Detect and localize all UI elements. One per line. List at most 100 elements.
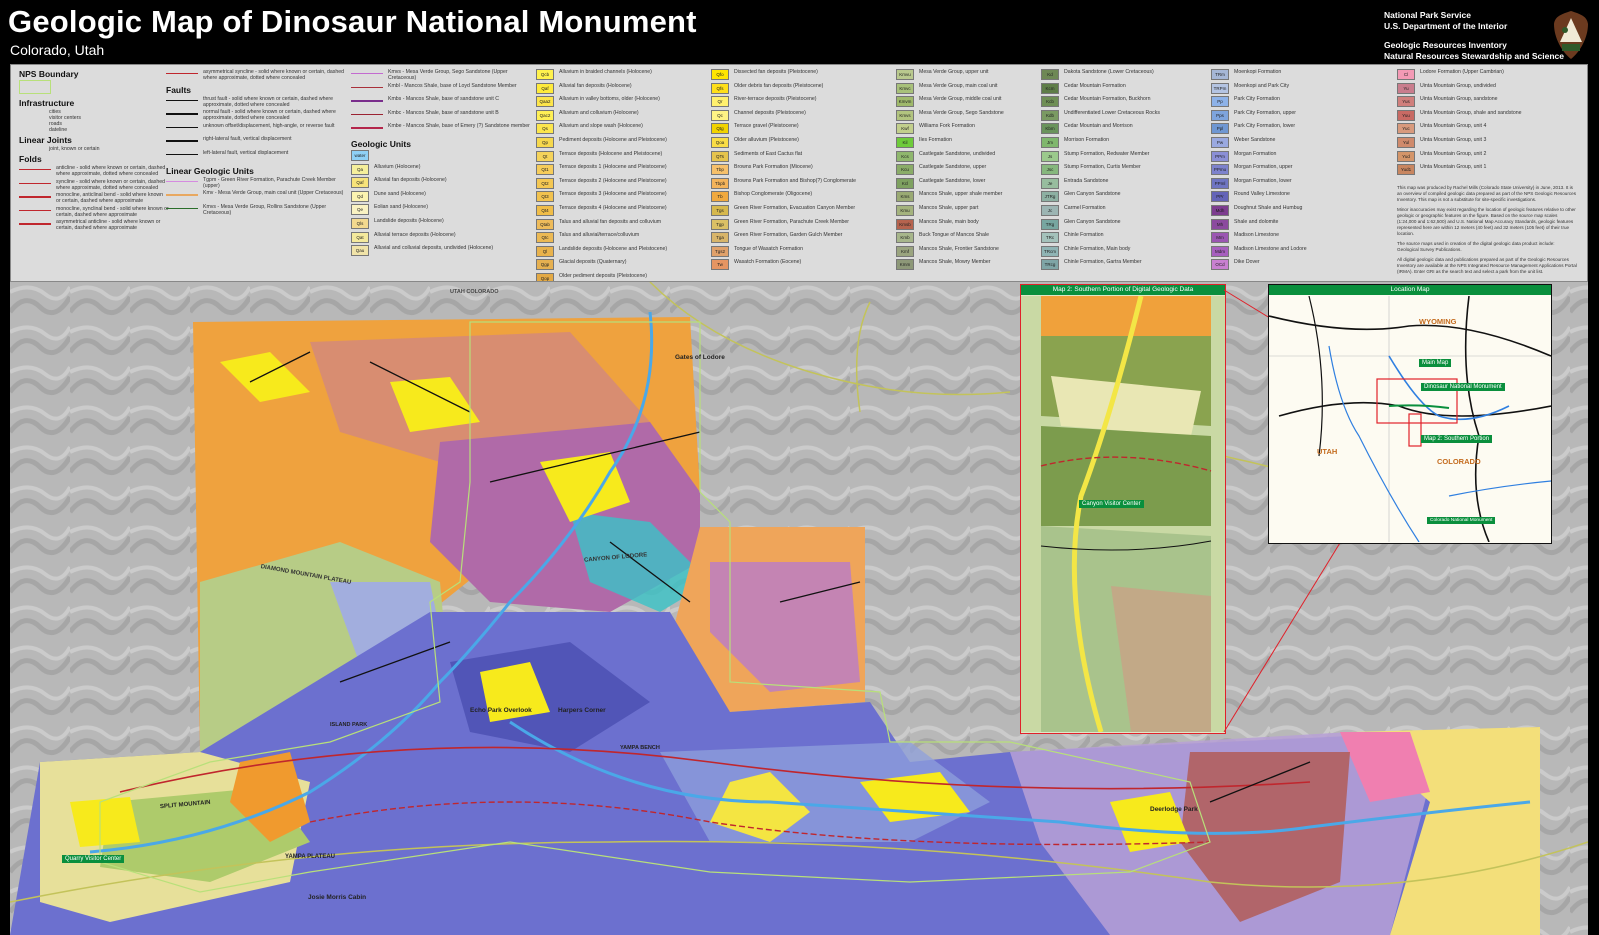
unit-swatch: Pw xyxy=(1211,136,1229,148)
unit-swatch: Qaf xyxy=(536,82,554,94)
place-label: YAMPA PLATEAU xyxy=(285,854,336,860)
unit-label: Lodore Formation (Upper Cambrian) xyxy=(1420,69,1504,75)
unit-label: Terrace deposits 1 (Holocene and Pleisto… xyxy=(559,164,667,171)
unit-row: PPm Morgan Formation xyxy=(1211,150,1396,165)
unit-swatch: Qs xyxy=(536,123,554,135)
legend-heading-folds: Folds xyxy=(19,154,42,164)
unit-swatch: Kbm xyxy=(1041,123,1059,135)
unit-label: Glen Canyon Sandstone xyxy=(1064,218,1121,225)
main-map-label[interactable]: Main Map xyxy=(1419,359,1452,367)
unit-row: Ql Landslide deposits (Holocene and Pleis… xyxy=(536,245,711,260)
unit-row: Qa Alluvium (Holocene) xyxy=(351,163,536,178)
unit-row: Qaa2 Alluvium in valley bottoms, older (H… xyxy=(536,96,711,110)
legend-col-units-6: TRm Moenkopi Formation TRPm Moenkopi and Pa… xyxy=(1211,69,1396,273)
unit-row: Qop Older pediment deposits (Pleistocene) xyxy=(536,272,711,281)
fault-row: normal fault - solid where known or cert… xyxy=(166,109,351,123)
page-title: Geologic Map of Dinosaur National Monume… xyxy=(8,4,697,39)
unit-swatch: Kmvc xyxy=(896,82,914,94)
water-swatch: water xyxy=(351,149,369,161)
unit-row: Qau Alluvial and colluvial deposits, undi… xyxy=(351,245,536,259)
unit-label: Older debris fan deposits (Pleistocene) xyxy=(734,82,824,89)
fold-row: anticline - solid where known or certain… xyxy=(19,165,169,179)
inset-title: Location Map xyxy=(1269,285,1551,295)
state-label-utah: UTAH xyxy=(1317,447,1338,456)
anticline-symbol xyxy=(19,165,51,174)
unit-swatch: Qgp xyxy=(536,259,554,271)
unit-swatch: Yuc xyxy=(1397,123,1415,135)
legend-col-units-3: Qfo Dissected fan deposits (Pleistocene) Q… xyxy=(711,69,896,273)
unit-swatch: QTs xyxy=(711,150,729,162)
unit-row: PPmu Morgan Formation, upper xyxy=(1211,164,1396,178)
unit-swatch: Kd xyxy=(1041,69,1059,80)
unit-label: Mancos Shale, upper part xyxy=(919,204,979,211)
linear-unit-row: Tgpm - Green River Formation, Parachute … xyxy=(166,177,351,191)
unit-swatch: OCd xyxy=(1211,259,1229,271)
unit-label: Carmel Formation xyxy=(1064,204,1106,211)
unit-row: Qaf Alluvial fan deposits (Holocene) xyxy=(536,82,711,97)
unit-swatch: Yus xyxy=(1397,96,1415,108)
unit-swatch: Qtab xyxy=(536,218,554,230)
linear-unit-row: Kmbe - Mancos Shale, base of Emery (?) S… xyxy=(351,123,536,137)
unit-row: TRcm Chinle Formation, Main body xyxy=(1041,245,1211,260)
unit-swatch: Qd xyxy=(351,190,369,202)
unit-swatch: TRcg xyxy=(1041,259,1059,271)
legend-col-symbols: NPS Boundary Infrastructure cities visit… xyxy=(19,69,169,233)
place-label: ISLAND PARK xyxy=(330,722,368,728)
page-subtitle: Colorado, Utah xyxy=(10,42,105,58)
dnm-label[interactable]: Dinosaur National Monument xyxy=(1421,383,1505,391)
unit-label: Glacial deposits (Quaternary) xyxy=(559,259,627,266)
unit-label: Mesa Verde Group, middle coal unit xyxy=(919,96,1002,103)
unit-swatch: Ql xyxy=(536,245,554,257)
unit-label: Alluvium in valley bottoms, older (Holoc… xyxy=(559,96,660,103)
map2-label[interactable]: Map 2: Southern Portion xyxy=(1421,435,1493,443)
unit-label: Round Valley Limestone xyxy=(1234,191,1290,198)
unit-swatch: Qe xyxy=(351,204,369,216)
unit-label: Castlegate Sandstone, lower xyxy=(919,177,986,184)
fold-row: asymmetrical syncline - solid where know… xyxy=(166,69,351,83)
unit-row: Qt4 Terrace deposits 4 (Holocene and Plei… xyxy=(536,204,711,219)
unit-row: Kcb Cedar Mountain Formation, Buckhorn xyxy=(1041,96,1211,110)
unit-swatch: Qfs xyxy=(711,82,729,94)
unit-swatch: Tgs2 xyxy=(711,245,729,257)
unit-row: Kmf Mancos Shale, Frontier Sandstone xyxy=(896,245,1041,260)
unit-row: PPr Round Valley Limestone xyxy=(1211,191,1396,205)
quarry-visitor-center-label[interactable]: Quarry Visitor Center xyxy=(62,855,125,863)
cnm-label[interactable]: Colorado National Monument xyxy=(1427,517,1496,524)
unit-swatch: Kms xyxy=(896,191,914,203)
linear-unit-row: Kmvs - Mesa Verde Group, Rollins Sandsto… xyxy=(166,204,351,218)
unit-label: Alluvial and colluvial deposits, undivid… xyxy=(374,245,494,252)
unit-label: Uinta Mountain Group, unit 1 xyxy=(1420,164,1487,171)
main-map[interactable]: Gates of Lodore CANYON OF LODORE DIAMOND… xyxy=(10,282,1588,935)
unit-label: Tongue of Wasatch Formation xyxy=(734,245,804,252)
unit-swatch: Yuu xyxy=(1397,109,1415,121)
inset-map-southern[interactable]: Map 2: Southern Portion of Digital Geolo… xyxy=(1020,284,1226,734)
unit-row: Tw Wasatch Formation (Eocene) xyxy=(711,259,896,273)
fold-label: syncline - solid where known or certain,… xyxy=(56,178,165,191)
unit-label: River-terrace deposits (Pleistocene) xyxy=(734,96,817,103)
canyon-visitor-center-label[interactable]: Canyon Visitor Center xyxy=(1079,500,1144,508)
linear-unit-label: Kmv - Mesa Verde Group, main coal unit (… xyxy=(203,190,344,197)
unit-label: Doughnut Shale and Humbug xyxy=(1234,204,1303,211)
unit-swatch: Pps xyxy=(1211,109,1229,121)
unit-label: Mancos Shale, main body xyxy=(919,218,979,225)
inset-location-map[interactable]: Location Map WYOMING UTAH COLORADO Main … xyxy=(1268,284,1552,544)
nps-boundary-swatch xyxy=(19,80,51,94)
state-label-wyoming: WYOMING xyxy=(1419,317,1457,326)
unit-label: Dissected fan deposits (Pleistocene) xyxy=(734,69,818,75)
unit-row: QTs Sediments of East Cactus flat xyxy=(711,150,896,165)
unit-row: Kmvs Mesa Verde Group, Sego Sandstone xyxy=(896,109,1041,124)
fold-label: asymmetrical anticline - solid where kno… xyxy=(56,219,161,232)
unit-swatch: Qt2 xyxy=(536,177,554,189)
unit-swatch: Jsc xyxy=(1041,164,1059,176)
agency-line: Geologic Resources Inventory xyxy=(1384,40,1507,50)
unit-row: Tgp Green River Formation, Parachute Cree… xyxy=(711,218,896,233)
unit-label: Alluvium (Holocene) xyxy=(374,163,421,170)
normal-fault-symbol xyxy=(166,109,198,118)
unit-row: Qe Eolian sand (Holocene) xyxy=(351,204,536,218)
unit-label: Mesa Verde Group, upper unit xyxy=(919,69,989,75)
linear-unit-row: Kmbs - Mancos Shale, base of sandstone u… xyxy=(351,96,536,110)
unit-label: Mesa Verde Group, Sego Sandstone xyxy=(919,109,1004,116)
legend-col-faults: asymmetrical syncline - solid where know… xyxy=(166,69,351,217)
unit-swatch: Qt4 xyxy=(536,204,554,216)
unit-row: Js Stump Formation, Redwater Member xyxy=(1041,150,1211,165)
